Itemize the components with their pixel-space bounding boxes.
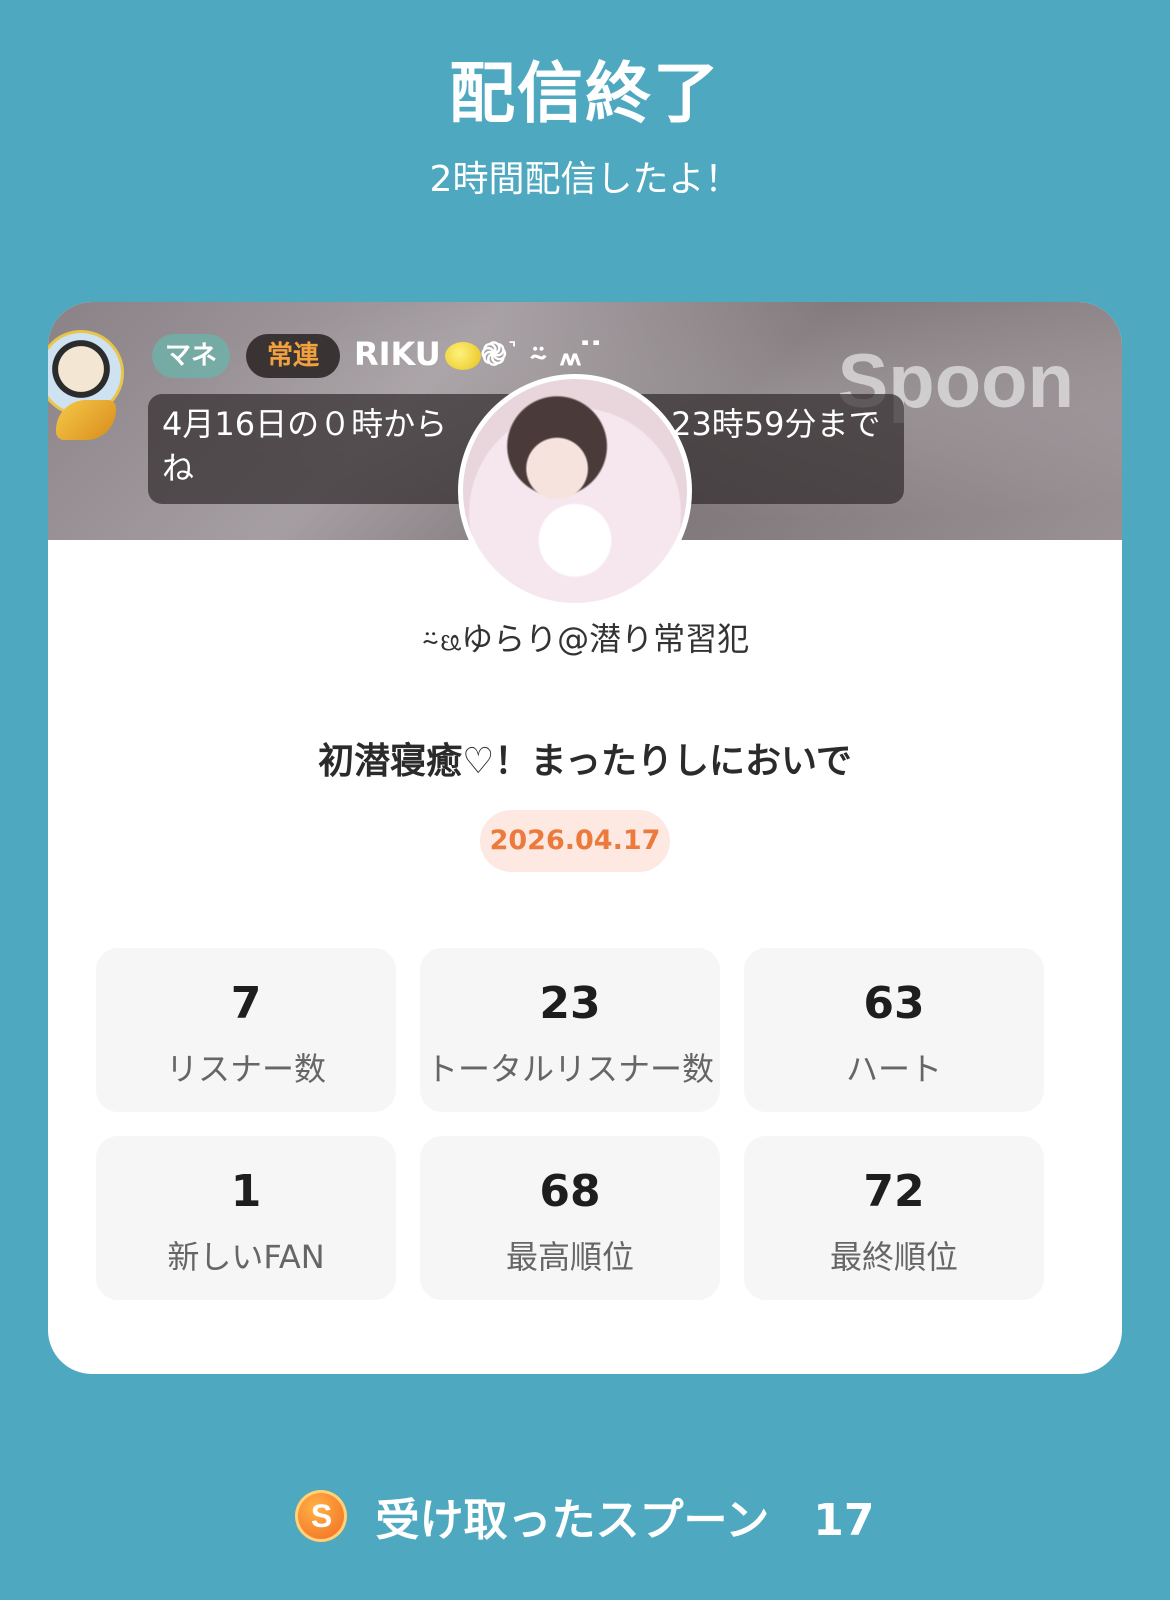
chat-user-name: RIKU ֎˺ ⍨ ៳ ̇ ̇ [354, 332, 604, 375]
stat-label: 最高順位 [505, 1238, 634, 1276]
stat-label: 新しいFAN [167, 1238, 325, 1276]
profile-avatar[interactable] [458, 374, 692, 608]
chat-user-avatar [48, 330, 126, 440]
stat-new-fans: 1 新しいFAN [96, 1136, 396, 1300]
chat-user-name-suffix: ֎˺ ⍨ ៳ ̇ ̇ [480, 335, 605, 373]
stat-final-rank: 72 最終順位 [744, 1136, 1044, 1300]
stat-label: リスナー数 [165, 1050, 326, 1088]
spoon-coin-icon: S [295, 1490, 348, 1542]
stat-value: 1 [230, 1166, 262, 1217]
stat-highest-rank: 68 最高順位 [420, 1136, 720, 1300]
stat-hearts: 63 ハート [744, 948, 1044, 1112]
stat-value: 72 [863, 1166, 925, 1217]
lemon-icon [444, 342, 481, 370]
stat-label: 最終順位 [829, 1238, 958, 1276]
page-title: 配信終了 [449, 55, 721, 132]
received-spoons-text: 受け取ったスプーン 17 [375, 1495, 875, 1546]
username: ⍨ᦕゆらり@潜り常習犯 [420, 620, 750, 658]
stream-title: 初潜寝癒♡！まったりしにおいで [318, 741, 852, 782]
stat-value: 63 [863, 978, 925, 1029]
chat-user-name-text: RIKU [354, 335, 441, 373]
stat-label: トータルリスナー数 [425, 1050, 714, 1088]
stream-summary-card: Spoon マネ 常連 RIKU ֎˺ ⍨ ៳ ̇ ̇ 4月16日の０時から 23… [48, 302, 1122, 1374]
date-badge: 2026.04.17 [480, 810, 670, 872]
stat-total-listeners: 23 トータルリスナー数 [420, 948, 720, 1112]
stat-value: 23 [539, 978, 601, 1029]
stat-label: ハート [845, 1050, 942, 1088]
stream-duration-text: 2時間配信したよ！ [429, 159, 741, 200]
stat-value: 7 [230, 978, 262, 1029]
regular-tag: 常連 [246, 334, 340, 378]
stat-value: 68 [539, 1166, 601, 1217]
received-spoons: S 受け取ったスプーン 17 [0, 1486, 1170, 1546]
manager-tag: マネ [152, 334, 230, 378]
stat-listeners: 7 リスナー数 [96, 948, 396, 1112]
